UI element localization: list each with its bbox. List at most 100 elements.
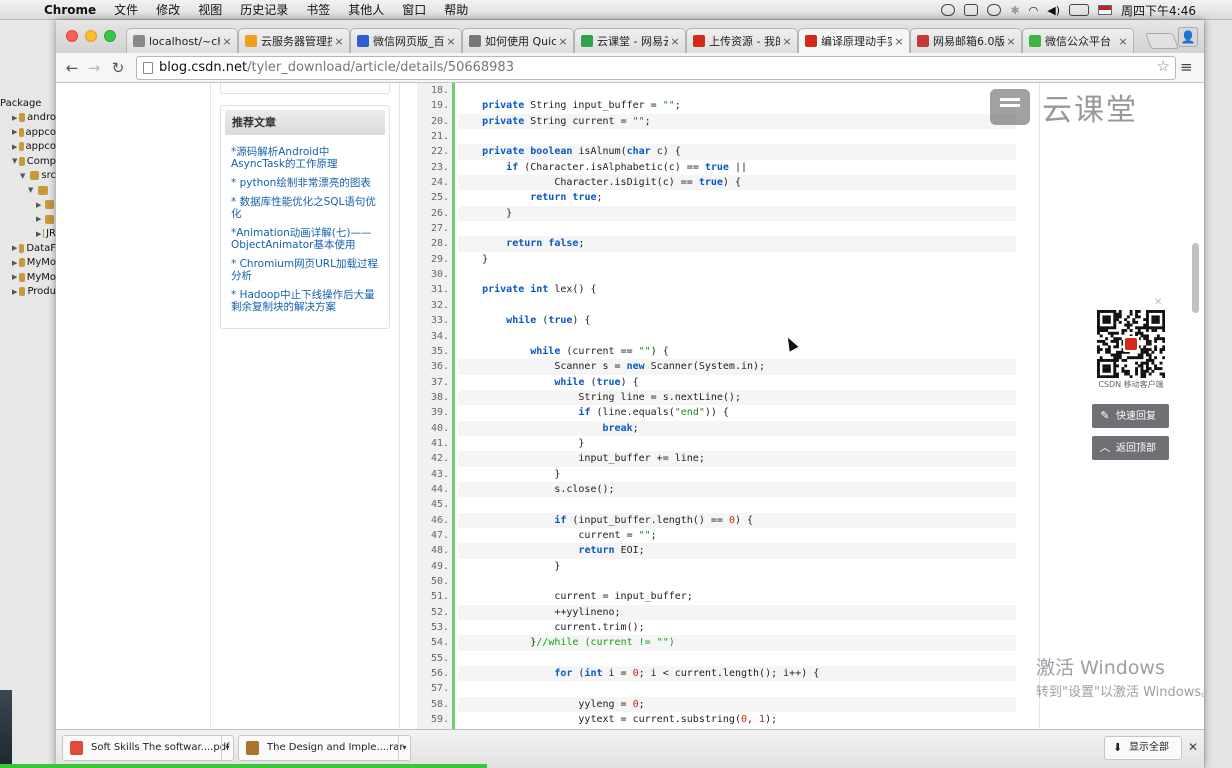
browser-tab[interactable]: 微信网页版_百度×	[350, 28, 462, 53]
menu-file[interactable]: 文件	[114, 1, 138, 18]
tab-close-icon[interactable]: ×	[1116, 35, 1130, 48]
download-item-rar[interactable]: The Design and Imple....rar ▾	[238, 735, 411, 761]
ide-tree-item[interactable]: ▶	[0, 198, 56, 213]
tree-expand-icon[interactable]: ▶	[12, 288, 17, 296]
clock[interactable]: 周四下午4:46	[1121, 2, 1196, 19]
ide-tree-item[interactable]: Package	[0, 96, 56, 111]
code-line: 56. for (int i = 0; i < current.length()…	[417, 666, 1016, 682]
line-number: 52.	[430, 606, 449, 618]
ide-tree-item[interactable]: ▶ MyMo	[0, 256, 56, 271]
close-window-icon[interactable]	[66, 30, 78, 42]
tree-expand-icon[interactable]: ▶	[12, 143, 17, 151]
browser-tab[interactable]: 编译原理动手实 ×	[798, 28, 910, 53]
tree-expand-icon[interactable]: ▼	[28, 186, 36, 194]
tree-expand-icon[interactable]: ▶	[12, 128, 17, 136]
ide-tree-item[interactable]: ▶	[0, 212, 56, 227]
recommended-article-link[interactable]: * Chromium网页URL加载过程分析	[231, 258, 381, 282]
qr-module	[1126, 372, 1130, 376]
forward-icon[interactable]: →	[84, 58, 104, 78]
keyboard-icon[interactable]	[964, 4, 979, 16]
flag-icon[interactable]	[1098, 5, 1113, 15]
qr-module	[1151, 315, 1155, 319]
tree-expand-icon[interactable]: ▶	[12, 244, 17, 252]
zoom-window-icon[interactable]	[104, 30, 116, 42]
ide-tree-item[interactable]: ▶ JR	[0, 227, 56, 242]
recommended-article-link[interactable]: * python绘制非常漂亮的图表	[231, 177, 381, 189]
menu-app-name[interactable]: Chrome	[44, 3, 96, 17]
tab-close-icon[interactable]: ×	[332, 35, 346, 48]
tree-expand-icon[interactable]: ▼	[12, 157, 17, 165]
browser-tab[interactable]: 微信公众平台 ×	[1022, 28, 1134, 53]
recommended-article-link[interactable]: * Hadoop中止下线操作后大量剩余复制块的解决方案	[231, 289, 381, 313]
tab-close-icon[interactable]: ×	[1004, 35, 1018, 48]
ide-tree-item[interactable]: ▼	[0, 183, 56, 198]
tab-close-icon[interactable]: ×	[780, 35, 794, 48]
browser-tab[interactable]: 网易邮箱6.0版 ×	[910, 28, 1022, 53]
browser-tab[interactable]: 上传资源 - 我的 ×	[686, 28, 798, 53]
profile-icon[interactable]: 👤	[1178, 27, 1198, 47]
qr-module	[1099, 358, 1103, 362]
tab-close-icon[interactable]: ×	[556, 35, 570, 48]
minimize-window-icon[interactable]	[85, 30, 97, 42]
qr-module	[1154, 320, 1158, 324]
tab-close-icon[interactable]: ×	[668, 35, 682, 48]
tree-expand-icon[interactable]: ▶	[36, 215, 43, 223]
bookmark-star-icon[interactable]: ☆	[1157, 57, 1170, 75]
tab-close-icon[interactable]: ×	[220, 35, 234, 48]
browser-tab[interactable]: 云课堂 - 网易云 ×	[574, 28, 686, 53]
ide-tree-item[interactable]: ▼ src	[0, 169, 56, 184]
tree-expand-icon[interactable]: ▶	[36, 230, 41, 238]
recommended-article-link[interactable]: *源码解析Android中AsyncTask的工作原理	[231, 146, 381, 170]
tab-close-icon[interactable]: ×	[892, 35, 906, 48]
wifi-icon[interactable]: ◠	[1029, 4, 1039, 17]
qr-module	[1113, 310, 1117, 313]
quick-reply-button[interactable]: ✎ 快速回复	[1092, 404, 1169, 428]
menu-history[interactable]: 历史记录	[240, 1, 288, 18]
recommended-article-link[interactable]: * 数据库性能优化之SQL语句优化	[231, 196, 381, 220]
address-bar[interactable]: blog.csdn.net/tyler_download/article/det…	[136, 56, 1176, 80]
menu-window[interactable]: 窗口	[402, 1, 426, 18]
record-icon[interactable]	[941, 4, 956, 16]
tree-expand-icon[interactable]: ▶	[12, 259, 17, 267]
qr-module	[1107, 320, 1111, 324]
reload-icon[interactable]: ↻	[108, 58, 128, 78]
tree-expand-icon[interactable]: ▶	[36, 201, 43, 209]
download-item-pdf[interactable]: Soft Skills The softwar....pdf ▾	[62, 735, 234, 761]
back-to-top-button[interactable]: ︿ 返回顶部	[1092, 436, 1169, 460]
ide-tree-item[interactable]: ▶ Produ	[0, 285, 56, 300]
ide-tree-item[interactable]: ▶ appco	[0, 140, 56, 155]
ide-tree-item[interactable]: ▶ DataF	[0, 241, 56, 256]
tree-expand-icon[interactable]: ▼	[20, 172, 28, 180]
new-tab-button[interactable]	[1145, 33, 1179, 49]
browser-tab[interactable]: localhost/~che×	[126, 28, 238, 53]
ide-tree-item[interactable]: ▶ MyMo	[0, 270, 56, 285]
qr-close-icon[interactable]: ✕	[1154, 297, 1162, 308]
ide-tree-item[interactable]: ▼ Comp	[0, 154, 56, 169]
tree-expand-icon[interactable]: ▶	[12, 114, 17, 122]
ide-tree-item[interactable]: ▶ appco	[0, 125, 56, 140]
qr-module	[1145, 364, 1149, 368]
menu-view[interactable]: 视图	[198, 1, 222, 18]
ide-tree-item[interactable]: ▶ andro	[0, 111, 56, 126]
time-machine-icon[interactable]	[987, 4, 1002, 16]
tab-close-icon[interactable]: ×	[444, 35, 458, 48]
browser-tab[interactable]: 如何使用 Quick ×	[462, 28, 574, 53]
browser-tab[interactable]: 云服务器管理控制×	[238, 28, 350, 53]
close-download-bar-icon[interactable]: ✕	[1188, 740, 1198, 754]
tab-label: 网易邮箱6.0版	[933, 35, 1004, 48]
menu-bookmarks[interactable]: 书签	[306, 1, 330, 18]
battery-icon[interactable]	[1069, 4, 1090, 16]
bluetooth-icon[interactable]: ✱	[1010, 4, 1019, 17]
menu-help[interactable]: 帮助	[444, 1, 468, 18]
volume-icon[interactable]: ◀)	[1047, 4, 1060, 17]
menu-edit[interactable]: 修改	[156, 1, 180, 18]
page-scrollbar[interactable]	[1192, 243, 1199, 313]
tree-expand-icon[interactable]: ▶	[12, 273, 17, 281]
download-menu-arrow-icon[interactable]: ▾	[398, 736, 410, 760]
menu-people[interactable]: 其他人	[348, 1, 384, 18]
recommended-article-link[interactable]: *Animation动画详解(七)——ObjectAnimator基本使用	[231, 227, 381, 251]
chrome-menu-icon[interactable]: ≡	[1180, 58, 1196, 76]
show-all-downloads-button[interactable]: ⬇ 显示全部	[1104, 736, 1182, 760]
back-icon[interactable]: ←	[62, 58, 82, 78]
download-menu-arrow-icon[interactable]: ▾	[221, 736, 233, 760]
